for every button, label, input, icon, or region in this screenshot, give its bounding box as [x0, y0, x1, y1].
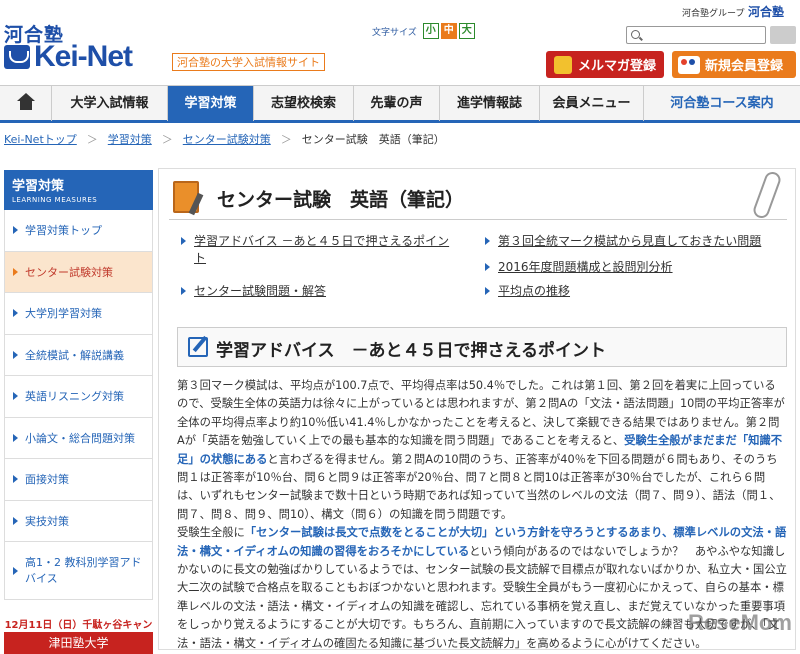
toc-label: 平均点の推移: [498, 284, 571, 298]
logo-text: Kei-Net: [34, 40, 133, 73]
arrow-right-icon: [13, 516, 18, 525]
toc-link-advice[interactable]: 学習アドバイス －あと４５日で押さえるポイント: [181, 233, 451, 267]
breadcrumb-study[interactable]: 学習対策: [108, 131, 152, 147]
sidebar-item-practical[interactable]: 実技対策: [4, 500, 153, 542]
kei-net-logo[interactable]: Kei-Net: [4, 40, 133, 73]
mail-magazine-button[interactable]: メルマガ登録: [546, 51, 664, 78]
sidebar-item-top[interactable]: 学習対策トップ: [4, 210, 153, 252]
global-nav: 大学入試情報 学習対策 志望校検索 先輩の声 進学情報誌 会員メニュー 河合塾コ…: [0, 85, 800, 123]
sidebar-subtitle: LEARNING MEASURES: [12, 196, 98, 204]
mail-magazine-label: メルマガ登録: [578, 59, 657, 74]
font-size-label: 文字サイズ: [372, 27, 417, 38]
nav-school-search[interactable]: 志望校検索: [254, 86, 354, 121]
sidebar-item-mock-exam[interactable]: 全統模試・解説講義: [4, 334, 153, 376]
arrow-right-icon: [13, 392, 18, 401]
book-icon: [4, 45, 30, 69]
toc-link-average[interactable]: 平均点の推移: [485, 283, 570, 300]
sidebar-item-label: 学習対策トップ: [25, 224, 102, 238]
nav-course-guide[interactable]: 河合塾コース案内: [644, 86, 800, 121]
section-title: 学習アドバイス －あと４５日で押さえるポイント: [216, 341, 606, 361]
arrow-right-icon: [13, 267, 18, 276]
font-size-medium-button[interactable]: 中: [440, 23, 457, 39]
arrow-right-icon: [13, 226, 18, 235]
section-header: 学習アドバイス －あと４５日で押さえるポイント: [177, 327, 787, 367]
site-tagline: 河合塾の大学入試情報サイト: [172, 53, 325, 71]
site-header: 河合塾グループ 河合塾 河合塾 Kei-Net 河合塾の大学入試情報サイト 文字…: [0, 0, 800, 80]
arrow-right-icon: [181, 287, 186, 295]
toc-label: 2016年度問題構成と設問別分析: [498, 260, 673, 274]
divider: [169, 219, 787, 220]
breadcrumb-top[interactable]: Kei-Netトップ: [4, 131, 77, 147]
font-size-large-button[interactable]: 大: [458, 23, 475, 39]
nav-study-measures[interactable]: 学習対策: [168, 86, 254, 121]
pencil-icon: [188, 337, 208, 357]
sidebar-item-label: 英語リスニング対策: [25, 390, 124, 404]
search-input[interactable]: [626, 26, 766, 44]
sidebar-header: 学習対策 LEARNING MEASURES: [4, 170, 153, 210]
arrow-right-icon: [13, 566, 18, 575]
text-run: 受験生全般に: [177, 526, 245, 540]
search-icon: [631, 30, 640, 39]
kawai-group-logo[interactable]: 河合塾: [748, 3, 784, 20]
main-content: センター試験 英語（筆記） 学習アドバイス －あと４５日で押さえるポイント 第３…: [158, 168, 796, 650]
nav-member-menu[interactable]: 会員メニュー: [540, 86, 644, 121]
search-button[interactable]: [770, 26, 796, 44]
toc-label: センター試験問題・解答: [194, 284, 327, 298]
nav-magazine[interactable]: 進学情報誌: [440, 86, 540, 121]
resemom-watermark: ReseMom: [688, 610, 792, 635]
paragraph: 第３回マーク模試は、平均点が100.7点で、平均得点率は50.4％でした。これは…: [177, 377, 787, 524]
page-title: センター試験 英語（筆記）: [217, 189, 465, 211]
arrow-right-icon: [485, 263, 490, 271]
arrow-right-icon: [13, 309, 18, 318]
new-member-button[interactable]: 新規会員登録: [672, 51, 796, 78]
nav-admissions-info[interactable]: 大学入試情報: [52, 86, 168, 121]
breadcrumb-separator: ＞: [86, 133, 98, 146]
breadcrumb-separator: ＞: [161, 133, 173, 146]
sidebar-item-label: 全統模試・解説講義: [25, 348, 124, 362]
arrow-right-icon: [485, 287, 490, 295]
sidebar-item-interview[interactable]: 面接対策: [4, 459, 153, 501]
notebook-icon: [171, 179, 205, 216]
breadcrumb-current: センター試験 英語（筆記）: [301, 133, 445, 146]
mail-icon: [554, 55, 572, 74]
sidebar-item-label: センター試験対策: [25, 265, 113, 279]
font-size-switcher: 文字サイズ 小 中 大: [372, 23, 475, 39]
arrow-right-icon: [13, 350, 18, 359]
sidebar-item-listening[interactable]: 英語リスニング対策: [4, 376, 153, 418]
arrow-right-icon: [13, 433, 18, 442]
tsuda-banner[interactable]: 津田塾大学: [4, 632, 153, 654]
sidebar-item-label: 面接対策: [25, 473, 69, 487]
arrow-right-icon: [485, 237, 490, 245]
toc-link-mock-review[interactable]: 第３回全統マーク模試から見直しておきたい問題: [485, 233, 761, 250]
group-link[interactable]: 河合塾グループ: [682, 6, 744, 19]
paperclip-icon: [751, 169, 783, 221]
toc-link-structure[interactable]: 2016年度問題構成と設問別分析: [485, 259, 673, 276]
nav-senior-voices[interactable]: 先輩の声: [354, 86, 440, 121]
toc-label: 学習アドバイス －あと４５日で押さえるポイント: [194, 234, 450, 265]
sidebar-item-label: 大学別学習対策: [25, 307, 102, 321]
breadcrumb-separator: ＞: [280, 133, 292, 146]
members-icon: [678, 55, 700, 74]
sidebar-item-label: 小論文・総合問題対策: [25, 431, 135, 445]
home-button[interactable]: [0, 86, 52, 121]
breadcrumb: Kei-Netトップ ＞ 学習対策 ＞ センター試験対策 ＞ センター試験 英語…: [4, 131, 445, 147]
sidebar-item-university[interactable]: 大学別学習対策: [4, 293, 153, 335]
sidebar-title: 学習対策: [12, 179, 65, 194]
sidebar-item-center-exam[interactable]: センター試験対策: [4, 251, 153, 293]
home-icon: [17, 93, 35, 110]
sidebar: 学習対策 LEARNING MEASURES 学習対策トップ センター試験対策 …: [4, 170, 153, 654]
sidebar-item-essay[interactable]: 小論文・総合問題対策: [4, 417, 153, 459]
breadcrumb-center-exam[interactable]: センター試験対策: [183, 131, 271, 147]
font-size-small-button[interactable]: 小: [422, 23, 439, 39]
new-member-label: 新規会員登録: [705, 59, 784, 74]
arrow-right-icon: [181, 237, 186, 245]
sidebar-item-label: 実技対策: [25, 514, 69, 528]
sidebar-item-label: 高1・2 教科別学習アドバイス: [25, 555, 142, 585]
sidebar-item-subject-advice[interactable]: 高1・2 教科別学習アドバイス: [4, 542, 153, 600]
toc-label: 第３回全統マーク模試から見直しておきたい問題: [498, 234, 762, 248]
toc-link-problems[interactable]: センター試験問題・解答: [181, 283, 326, 300]
text-run: と言わざるを得ません。第２問Aの10問のうち、正答率が40％を下回る問題が６問も…: [177, 452, 781, 521]
arrow-right-icon: [13, 475, 18, 484]
